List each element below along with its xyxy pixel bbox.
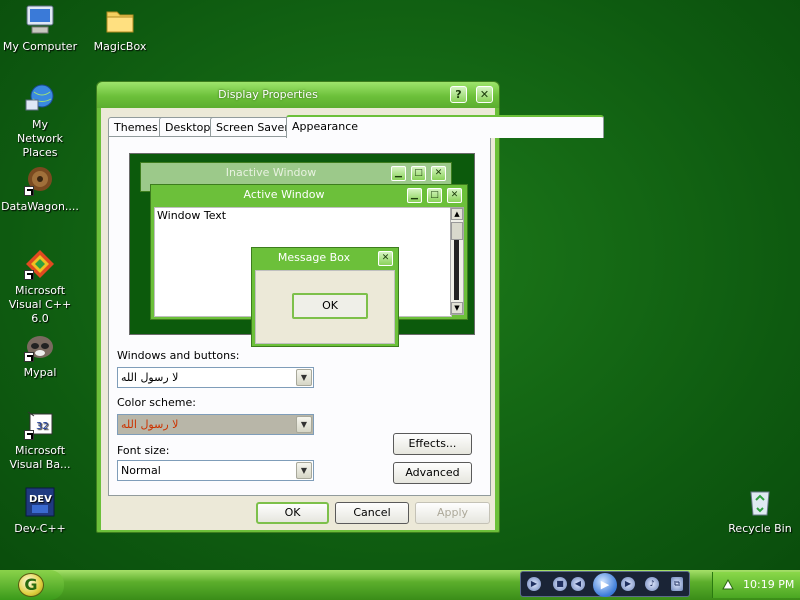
scroll-thumb (451, 222, 463, 240)
color-scheme-select[interactable]: لا رسول الله ▼ (117, 414, 314, 435)
cancel-button[interactable]: Cancel (335, 502, 409, 524)
desktop-icon-label: My Computer (2, 40, 78, 53)
help-icon: ? (455, 88, 462, 101)
font-size-value: Normal (121, 464, 161, 477)
visual-basic-icon: 32 (24, 408, 56, 440)
desktop: My Computer MagicBox My Network Places D… (0, 0, 800, 570)
maximize-icon: □ (427, 188, 442, 203)
preview-window-text: Window Text (157, 209, 227, 222)
shortcut-arrow-icon (24, 430, 34, 440)
desktop-icon-label: Dev-C++ (14, 522, 66, 535)
appearance-panel: Inactive Window ▁ □ ✕ Active Window ▁ □ … (108, 136, 491, 496)
maximize-icon: □ (411, 166, 426, 181)
preview-active-window: Active Window ▁ □ ✕ Window Text ▲ ▼ Mess… (150, 184, 468, 347)
tab-themes[interactable]: Themes (108, 117, 164, 137)
system-tray: 10:19 PM (712, 572, 800, 598)
font-size-select[interactable]: Normal ▼ (117, 460, 314, 481)
appearance-preview: Inactive Window ▁ □ ✕ Active Window ▁ □ … (129, 153, 475, 347)
dialog-title: Display Properties (218, 88, 318, 101)
help-button[interactable]: ? (450, 86, 467, 103)
apply-button[interactable]: Apply (415, 502, 490, 524)
media-player-toolbar: ▶ ■ ◀ ▶ ▶ ♪ ⧉ (520, 571, 690, 597)
restore-icon[interactable]: ⧉ (671, 577, 683, 591)
datawagon-icon (24, 164, 56, 196)
desktop-icon-label: MagicBox (93, 40, 147, 53)
scroll-up-icon: ▲ (451, 208, 463, 220)
preview-scrollbar: ▲ ▼ (450, 207, 464, 315)
display-properties-dialog: Display Properties ? ✕ Themes Desktop Sc… (96, 81, 604, 533)
taskbar: G ▶ ■ ◀ ▶ ▶ ♪ ⧉ 10:19 PM (0, 570, 800, 600)
effects-button[interactable]: Effects... (393, 433, 472, 455)
advanced-button[interactable]: Advanced (393, 462, 472, 484)
desktop-icon-visual-cpp[interactable]: Microsoft Visual C++ 6.0 (0, 248, 80, 326)
close-icon: ✕ (431, 166, 446, 181)
close-button[interactable]: ✕ (476, 86, 493, 103)
shortcut-arrow-icon (24, 270, 34, 280)
computer-icon (24, 4, 56, 36)
chevron-down-icon[interactable]: ▼ (296, 416, 312, 433)
desktop-icon-magicbox[interactable]: MagicBox (80, 4, 160, 54)
desktop-icon-visual-basic[interactable]: 32 Microsoft Visual Ba... (0, 408, 80, 472)
desktop-icon-label: Microsoft Visual Ba... (9, 444, 71, 471)
windows-buttons-label: Windows and buttons: (117, 349, 240, 362)
scroll-down-icon: ▼ (451, 302, 463, 314)
chevron-down-icon[interactable]: ▼ (296, 369, 312, 386)
desktop-icon-my-network-places[interactable]: My Network Places (0, 82, 80, 160)
stop-icon[interactable]: ■ (553, 577, 567, 591)
taskbar-clock[interactable]: 10:19 PM (743, 578, 794, 591)
dev-cpp-icon: DEV (24, 486, 56, 518)
next-icon[interactable]: ▶ (621, 577, 635, 591)
color-scheme-value: لا رسول الله (121, 418, 179, 431)
tab-screen-saver[interactable]: Screen Saver (210, 117, 295, 137)
dialog-titlebar[interactable]: Display Properties ? ✕ (97, 82, 499, 108)
desktop-icon-label: DataWagon.... (1, 200, 79, 213)
play-icon[interactable]: ▶ (593, 573, 617, 597)
volume-icon[interactable]: ♪ (645, 577, 659, 591)
dialog-client-area: Themes Desktop Screen Saver Appearance I… (101, 108, 604, 530)
start-orb-icon: G (18, 573, 44, 597)
visual-cpp-icon (24, 248, 56, 280)
desktop-icon-label: Microsoft Visual C++ 6.0 (8, 284, 72, 325)
recycle-bin-icon (744, 486, 776, 518)
desktop-icon-recycle-bin[interactable]: Recycle Bin (720, 486, 800, 536)
raccoon-icon (24, 330, 56, 362)
shortcut-arrow-icon (24, 186, 34, 196)
close-icon: ✕ (447, 188, 462, 203)
network-status-icon[interactable] (721, 577, 735, 594)
desktop-icon-dev-cpp[interactable]: DEV Dev-C++ (0, 486, 80, 536)
network-icon (24, 82, 56, 114)
desktop-icon-label: Recycle Bin (728, 522, 792, 535)
desktop-icon-mypal[interactable]: Mypal (0, 330, 80, 380)
minimize-icon: ▁ (391, 166, 406, 181)
desktop-icon-label: Mypal (23, 366, 57, 379)
close-icon: ✕ (479, 88, 490, 101)
chevron-down-icon[interactable]: ▼ (296, 462, 312, 479)
start-button[interactable]: G (0, 570, 64, 600)
tab-appearance[interactable]: Appearance (286, 115, 604, 138)
scroll-track (454, 240, 459, 300)
shortcut-arrow-icon (24, 352, 34, 362)
svg-text:DEV: DEV (29, 494, 52, 505)
preview-message-box-title: Message Box (277, 251, 351, 264)
minimize-icon: ▁ (407, 188, 422, 203)
close-icon: ✕ (378, 251, 393, 266)
windows-buttons-select[interactable]: لا رسول الله ▼ (117, 367, 314, 388)
tab-desktop[interactable]: Desktop (159, 117, 217, 137)
previous-icon[interactable]: ◀ (571, 577, 585, 591)
preview-message-box: Message Box ✕ OK (251, 247, 399, 347)
desktop-icon-label: My Network Places (17, 118, 63, 159)
ok-button[interactable]: OK (256, 502, 329, 524)
preview-message-box-body: OK (255, 270, 395, 344)
folder-icon (104, 4, 136, 36)
preview-ok-button: OK (292, 293, 368, 319)
desktop-icon-my-computer[interactable]: My Computer (0, 4, 80, 54)
color-scheme-label: Color scheme: (117, 396, 196, 409)
svg-text:32: 32 (36, 421, 49, 432)
desktop-icon-datawagon[interactable]: DataWagon.... (0, 164, 80, 214)
font-size-label: Font size: (117, 444, 170, 457)
windows-buttons-value: لا رسول الله (121, 371, 179, 384)
media-player-icon[interactable]: ▶ (527, 577, 541, 591)
